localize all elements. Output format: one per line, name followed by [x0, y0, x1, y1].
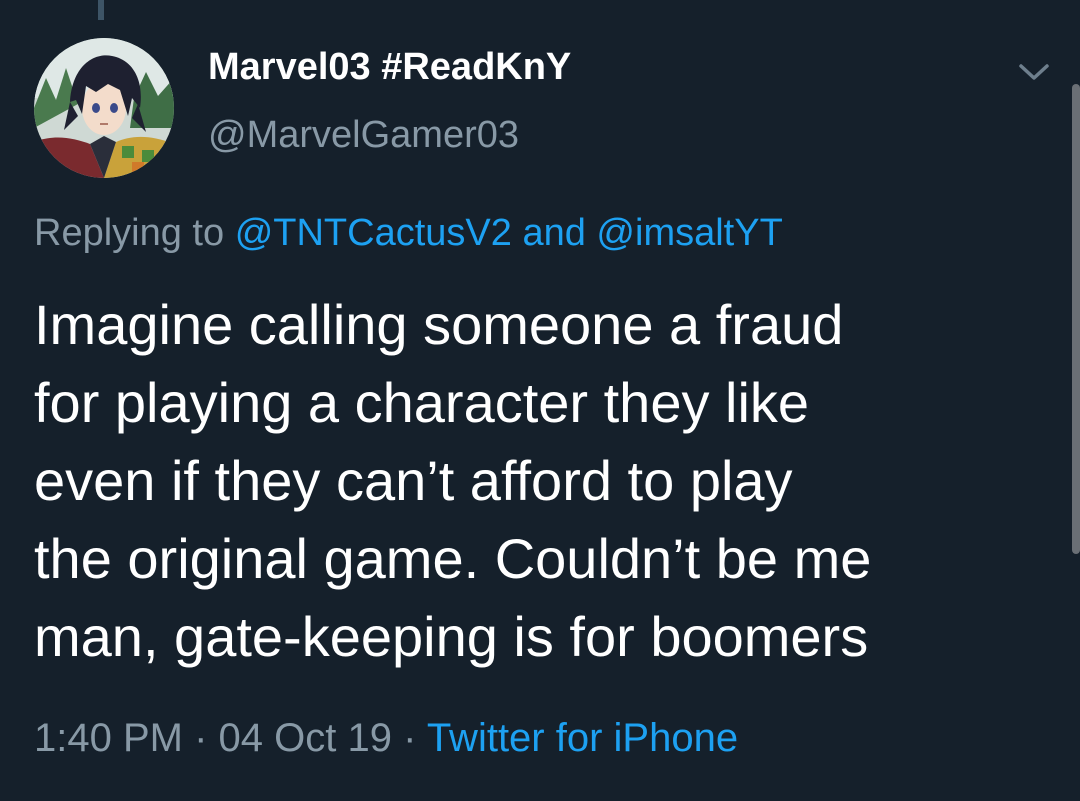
- tweet-metadata: 1:40 PM · 04 Oct 19 · Twitter for iPhone: [34, 716, 738, 761]
- meta-separator: ·: [403, 716, 417, 760]
- tweet-date[interactable]: 04 Oct 19: [219, 716, 392, 760]
- avatar-image: [34, 38, 174, 178]
- mention-link-imsaltyt[interactable]: @imsaltYT: [596, 212, 782, 254]
- tweet-time[interactable]: 1:40 PM: [34, 716, 183, 760]
- avatar[interactable]: [34, 38, 174, 178]
- thread-connector-line: [98, 0, 104, 20]
- user-handle[interactable]: @MarvelGamer03: [208, 114, 519, 157]
- replying-to-line: Replying to @TNTCactusV2 and @imsaltYT: [34, 212, 783, 255]
- tweet-source-link[interactable]: Twitter for iPhone: [427, 716, 738, 760]
- tweet-text: Imagine calling someone a fraud for play…: [34, 293, 872, 668]
- scrollbar[interactable]: [1072, 84, 1080, 554]
- display-name[interactable]: Marvel03 #ReadKnY: [208, 46, 571, 89]
- mention-joiner[interactable]: and: [522, 212, 585, 254]
- chevron-down-icon: [1019, 64, 1049, 80]
- mention-link-tntcactusv2[interactable]: @TNTCactusV2: [235, 212, 512, 254]
- replying-to-label: Replying to: [34, 212, 225, 254]
- meta-separator: ·: [194, 716, 208, 760]
- tweet-menu-button[interactable]: [1016, 60, 1052, 84]
